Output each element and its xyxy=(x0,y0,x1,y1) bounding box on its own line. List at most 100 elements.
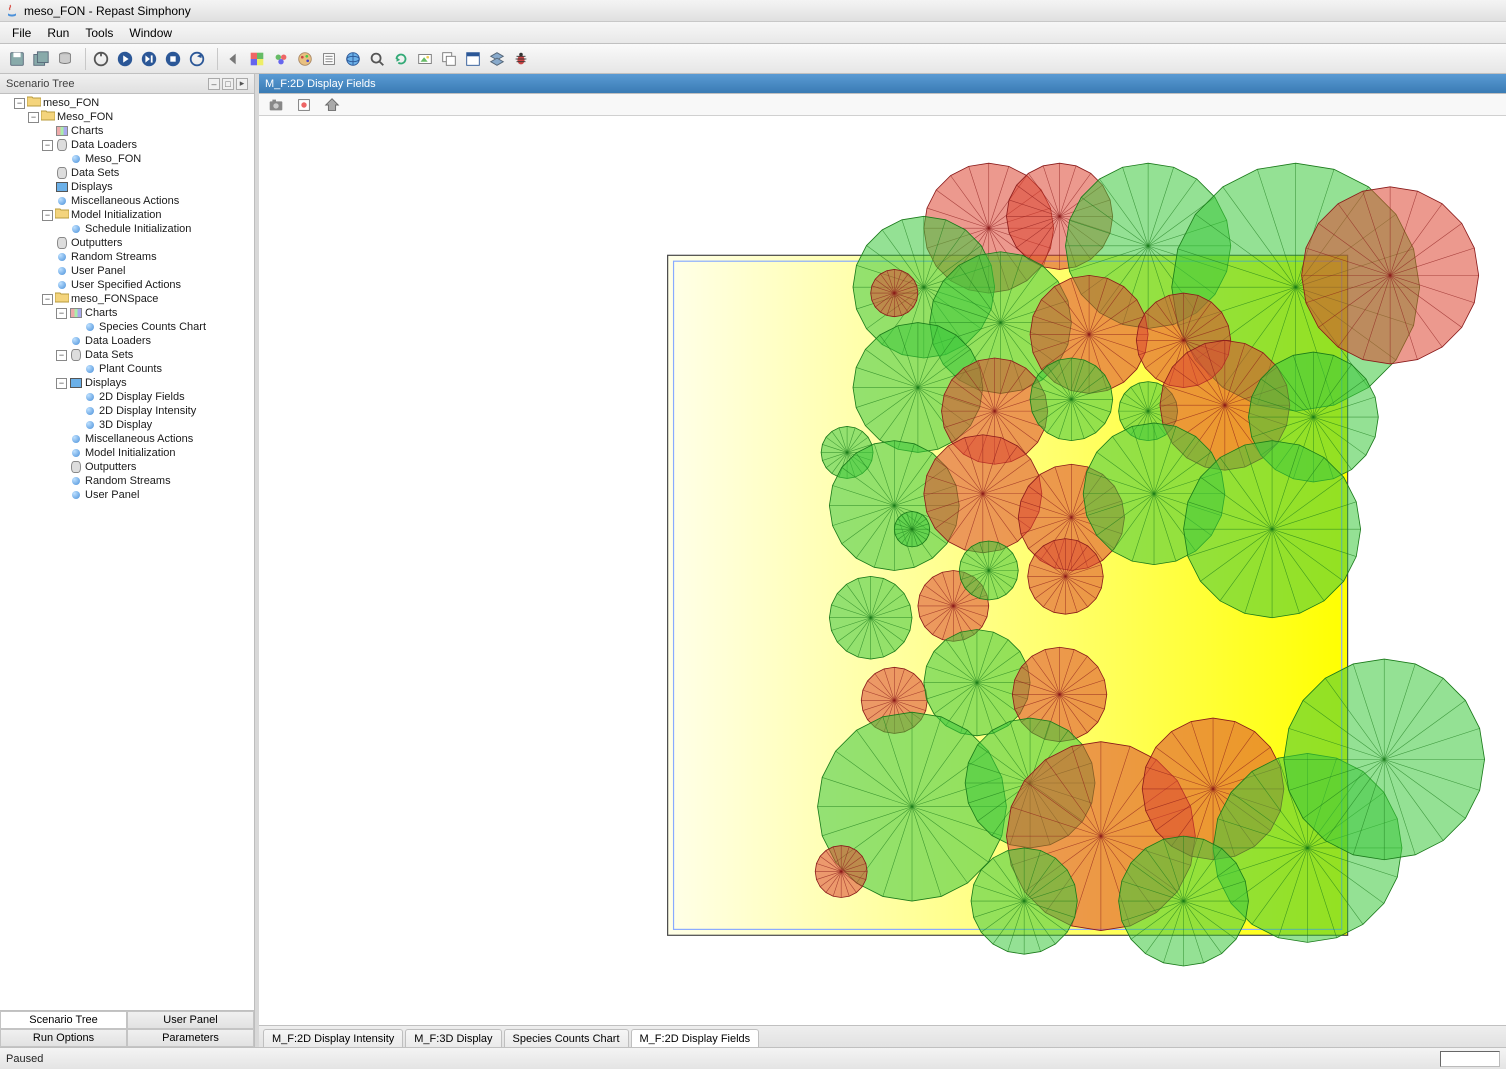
display-tab[interactable]: M_F:2D Display Fields xyxy=(631,1029,760,1047)
reset-icon[interactable] xyxy=(186,48,208,70)
gallery-icon[interactable] xyxy=(438,48,460,70)
tree-node[interactable]: −Model Initialization xyxy=(42,208,254,222)
palette-icon[interactable] xyxy=(294,48,316,70)
tree-node[interactable]: Outputters xyxy=(56,460,254,474)
save-icon[interactable] xyxy=(6,48,28,70)
display-tab[interactable]: M_F:2D Display Intensity xyxy=(263,1029,403,1047)
tree-node[interactable]: Data Loaders xyxy=(56,334,254,348)
camera-icon[interactable] xyxy=(265,94,287,116)
tree-node[interactable]: Random Streams xyxy=(42,250,254,264)
tree-node[interactable]: 2D Display Intensity xyxy=(70,404,254,418)
scenario-tree-title: Scenario Tree xyxy=(6,78,74,90)
folder-icon xyxy=(41,110,55,124)
back-icon[interactable] xyxy=(222,48,244,70)
cyl-icon xyxy=(55,236,69,250)
bug-icon[interactable] xyxy=(510,48,532,70)
agents-icon[interactable] xyxy=(270,48,292,70)
tree-label: Data Sets xyxy=(85,348,133,362)
menu-tools[interactable]: Tools xyxy=(77,24,121,42)
cyl-icon xyxy=(55,166,69,180)
layers-icon[interactable] xyxy=(486,48,508,70)
left-tab-user-panel[interactable]: User Panel xyxy=(127,1011,254,1029)
tree-node[interactable]: −meso_FONSpace xyxy=(42,292,254,306)
left-tab-run-options[interactable]: Run Options xyxy=(0,1029,127,1047)
tree-label: Miscellaneous Actions xyxy=(85,432,193,446)
menu-file[interactable]: File xyxy=(4,24,39,42)
tree-label: Model Initialization xyxy=(71,208,162,222)
folder-icon xyxy=(55,292,69,306)
search-icon[interactable] xyxy=(366,48,388,70)
tree-label: Miscellaneous Actions xyxy=(71,194,179,208)
minimize-panel-icon[interactable]: – xyxy=(208,78,220,90)
init-icon[interactable] xyxy=(90,48,112,70)
tree-label: Displays xyxy=(71,180,113,194)
bullet-icon xyxy=(69,432,83,446)
tree-node[interactable]: −Data Loaders xyxy=(42,138,254,152)
tree-node[interactable]: Miscellaneous Actions xyxy=(56,432,254,446)
display-tab[interactable]: Species Counts Chart xyxy=(504,1029,629,1047)
export-image-icon[interactable] xyxy=(414,48,436,70)
tree-node[interactable]: Displays xyxy=(42,180,254,194)
snapshot-icon[interactable] xyxy=(293,94,315,116)
status-bar: Paused xyxy=(0,1047,1506,1069)
bullet-icon xyxy=(69,152,83,166)
display-area[interactable] xyxy=(259,116,1506,1025)
tree-label: Meso_FON xyxy=(57,110,113,124)
stop-icon[interactable] xyxy=(162,48,184,70)
display-toolbar xyxy=(259,94,1506,116)
menu-run[interactable]: Run xyxy=(39,24,77,42)
menu-window[interactable]: Window xyxy=(121,24,180,42)
save-all-icon[interactable] xyxy=(30,48,52,70)
tree-node[interactable]: Miscellaneous Actions xyxy=(42,194,254,208)
refresh-icon[interactable] xyxy=(390,48,412,70)
tree-node[interactable]: 3D Display xyxy=(70,418,254,432)
bullet-icon xyxy=(55,194,69,208)
tree-node[interactable]: Model Initialization xyxy=(56,446,254,460)
tree-node[interactable]: −Charts xyxy=(56,306,254,320)
list-icon[interactable] xyxy=(318,48,340,70)
left-tabs: Scenario TreeUser PanelRun OptionsParame… xyxy=(0,1010,254,1047)
database-icon[interactable] xyxy=(54,48,76,70)
tree-node[interactable]: Data Sets xyxy=(42,166,254,180)
home-icon[interactable] xyxy=(321,94,343,116)
tree-node[interactable]: −Displays xyxy=(56,376,254,390)
scenario-tree[interactable]: −meso_FON−Meso_FONCharts−Data LoadersMes… xyxy=(0,96,254,502)
tree-node[interactable]: Schedule Initialization xyxy=(56,222,254,236)
tree-node[interactable]: 2D Display Fields xyxy=(70,390,254,404)
left-tab-parameters[interactable]: Parameters xyxy=(127,1029,254,1047)
display-title: M_F:2D Display Fields xyxy=(265,78,376,90)
tree-node[interactable]: Plant Counts xyxy=(70,362,254,376)
bullet-icon xyxy=(83,404,97,418)
main-toolbar xyxy=(0,44,1506,74)
tree-node[interactable]: Random Streams xyxy=(56,474,254,488)
display-tab[interactable]: M_F:3D Display xyxy=(405,1029,501,1047)
grid-color-icon[interactable] xyxy=(246,48,268,70)
tree-node[interactable]: Charts xyxy=(42,124,254,138)
chart-icon xyxy=(69,306,83,320)
mon-icon xyxy=(69,376,83,390)
window-icon[interactable] xyxy=(462,48,484,70)
tree-node[interactable]: User Panel xyxy=(56,488,254,502)
tree-label: Charts xyxy=(71,124,103,138)
step-icon[interactable] xyxy=(138,48,160,70)
left-tab-scenario-tree[interactable]: Scenario Tree xyxy=(0,1011,127,1029)
tree-node[interactable]: User Specified Actions xyxy=(42,278,254,292)
tree-node[interactable]: −meso_FON xyxy=(14,96,254,110)
bullet-icon xyxy=(55,250,69,264)
bullet-icon xyxy=(83,320,97,334)
tree-node[interactable]: −Data Sets xyxy=(56,348,254,362)
close-panel-icon[interactable]: ▸ xyxy=(236,78,248,90)
globe-icon[interactable] xyxy=(342,48,364,70)
tree-node[interactable]: Species Counts Chart xyxy=(70,320,254,334)
tree-node[interactable]: Outputters xyxy=(42,236,254,250)
tree-node[interactable]: User Panel xyxy=(42,264,254,278)
maximize-panel-icon[interactable]: □ xyxy=(222,78,234,90)
tree-label: User Specified Actions xyxy=(71,278,181,292)
tree-label: User Panel xyxy=(71,264,125,278)
tree-label: Data Loaders xyxy=(71,138,137,152)
cyl-icon xyxy=(69,460,83,474)
tree-node[interactable]: −Meso_FON xyxy=(28,110,254,124)
play-icon[interactable] xyxy=(114,48,136,70)
tree-node[interactable]: Meso_FON xyxy=(56,152,254,166)
visualization-canvas[interactable] xyxy=(259,116,1506,1025)
